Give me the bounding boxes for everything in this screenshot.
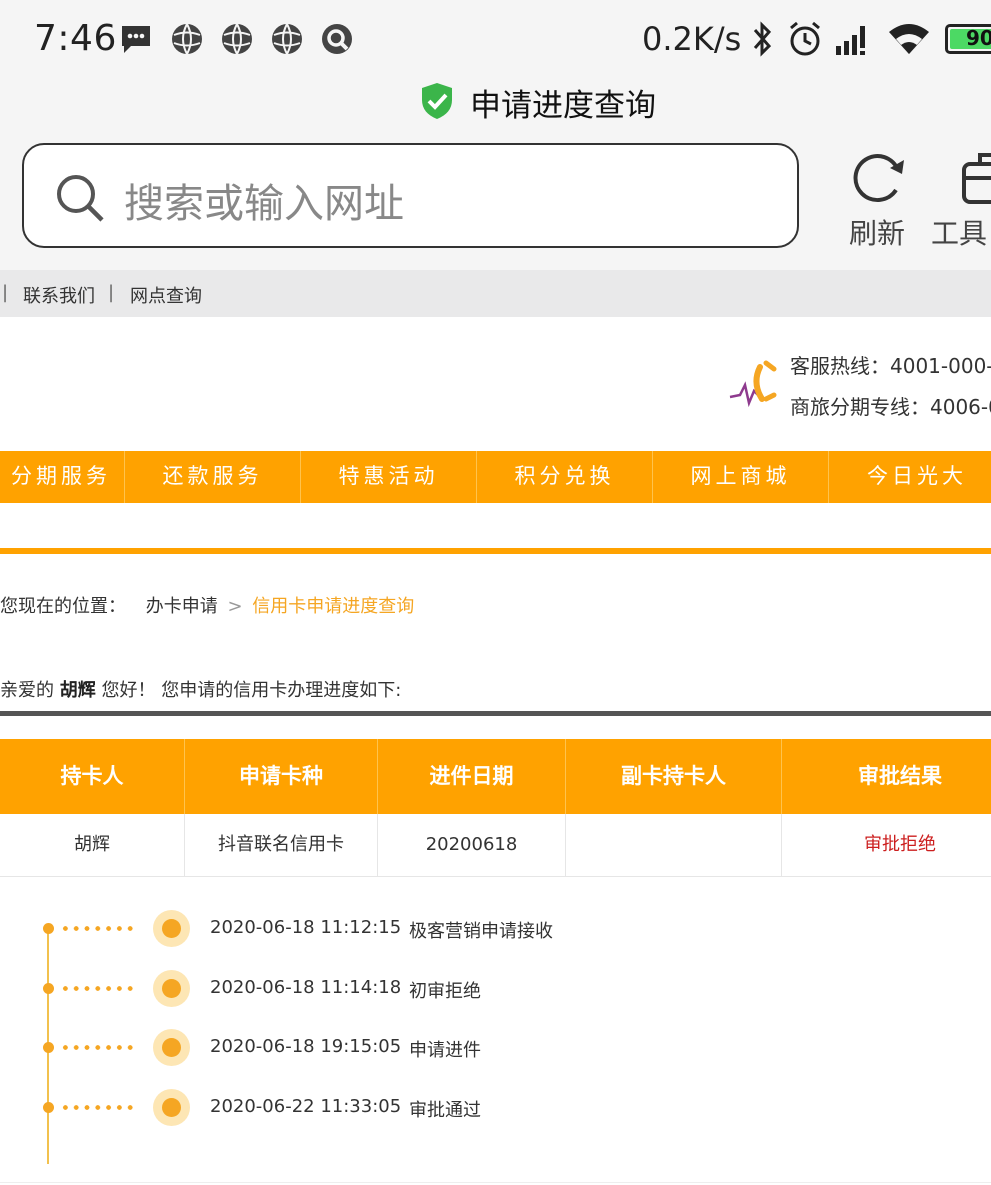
nav-online-mall[interactable]: 网上商城 [653,451,829,503]
nav-today-everbright[interactable]: 今日光大 [829,451,991,503]
signal-icon [836,26,865,55]
breadcrumb-prefix: 您现在的位置： [0,596,126,617]
message-icon [122,26,150,53]
site-top-links: | 联系我们 | 网点查询 [0,270,991,317]
address-placeholder: 搜索或输入网址 [124,181,404,227]
nav-installment[interactable]: 分期服务 [0,451,125,503]
timeline-connector [60,926,136,931]
tools-button[interactable]: 工具 [931,146,991,256]
table-header: 持卡人 申请卡种 进件日期 副卡持卡人 审批结果 [0,739,991,814]
cell-approval-result: 审批拒绝 [864,834,936,855]
timeline-connector [60,1045,136,1050]
browser-globe-icon [272,23,302,55]
breadcrumb-current: 信用卡申请进度查询 [252,596,415,617]
battery-percent: 90 [966,26,991,50]
header-entry-date: 进件日期 [378,739,566,814]
divider [0,711,991,716]
check-circle-icon [153,1089,190,1126]
wifi-icon [889,24,929,54]
timeline-dot [43,983,54,994]
timeline-dot [43,1102,54,1113]
timeline-event: 审批通过 [409,1100,481,1121]
phone-icon [729,360,777,408]
tools-label: 工具 [930,217,987,250]
timeline-item: 2020-06-18 11:14:18 初审拒绝 [0,968,991,1008]
timeline-time: 2020-06-22 11:33:05 [210,1096,402,1117]
greeting-prefix: 亲爱的 [0,680,54,701]
cell-entry-date: 20200618 [378,814,566,876]
cell-supplementary-holder [566,814,782,876]
service-hotline: 客服热线：4001-000-0 [790,354,991,378]
battery-icon: 90 [945,24,991,54]
customer-name: 胡辉 [59,680,96,701]
address-bar[interactable]: 搜索或输入网址 [22,143,799,248]
refresh-button[interactable]: 刷新 [832,146,922,256]
browser-toolbar: 申请进度查询 搜索或输入网址 刷新 工具 [0,80,991,270]
divider [0,1182,991,1183]
bluetooth-icon [753,21,772,57]
timeline-item: 2020-06-22 11:33:05 审批通过 [0,1087,991,1127]
chevron-right-icon: > [227,596,243,617]
timeline-time: 2020-06-18 11:12:15 [210,917,402,938]
breadcrumb-card-apply[interactable]: 办卡申请 [146,596,218,617]
nav-points-exchange[interactable]: 积分兑换 [477,451,653,503]
header-cardholder: 持卡人 [0,739,185,814]
link-separator: | [108,282,115,303]
check-circle-icon [153,970,190,1007]
link-separator: | [2,282,9,303]
secure-shield-icon [422,83,452,119]
greeting: 亲爱的 胡辉 您好！ 您申请的信用卡办理进度如下: [0,676,401,702]
cell-card-type: 抖音联名信用卡 [185,814,378,876]
nav-promotions[interactable]: 特惠活动 [301,451,477,503]
breadcrumb: 您现在的位置： 办卡申请 > 信用卡申请进度查询 [0,592,414,618]
table-row: 胡辉 抖音联名信用卡 20200618 审批拒绝 [0,814,991,877]
timeline-event: 申请进件 [409,1040,481,1061]
timeline-time: 2020-06-18 19:15:05 [210,1036,402,1057]
alarm-icon [790,21,820,56]
timeline-time: 2020-06-18 11:14:18 [210,977,402,998]
timeline-event: 初审拒绝 [409,981,481,1002]
browser-globe-icon [172,23,202,55]
page-title: 申请进度查询 [470,88,656,124]
divider [0,548,991,554]
timeline-item: 2020-06-18 19:15:05 申请进件 [0,1027,991,1067]
main-nav: 分期服务 还款服务 特惠活动 积分兑换 网上商城 今日光大 [0,451,991,503]
cell-cardholder: 胡辉 [0,814,185,876]
header-approval-result: 审批结果 [858,764,942,788]
greeting-suffix: 您好！ 您申请的信用卡办理进度如下: [101,680,402,701]
travel-installment-hotline: 商旅分期专线：4006-0 [790,395,991,419]
refresh-label: 刷新 [848,217,905,250]
check-circle-icon [153,910,190,947]
page-title-row: 申请进度查询 [0,80,991,124]
network-speed: 0.2K/s [642,20,742,58]
timeline-connector [60,986,136,991]
toolbox-icon [962,153,991,204]
browser-globe-icon [222,23,252,55]
contact-us-link[interactable]: 联系我们 [23,282,95,308]
refresh-icon [853,154,904,203]
q-app-icon [322,24,352,54]
status-bar: 7:46 0.2K/s 90 [0,0,991,80]
timeline-dot [43,1042,54,1053]
branch-query-link[interactable]: 网点查询 [130,282,202,308]
header-card-type: 申请卡种 [185,739,378,814]
timeline-item: 2020-06-18 11:12:15 极客营销申请接收 [0,908,991,948]
status-time: 7:46 [34,18,117,59]
timeline-connector [60,1105,136,1110]
timeline-dot [43,923,54,934]
search-icon [57,175,104,222]
nav-repayment[interactable]: 还款服务 [125,451,301,503]
check-circle-icon [153,1029,190,1066]
header-supplementary-holder: 副卡持卡人 [566,739,782,814]
timeline-event: 极客营销申请接收 [409,921,553,942]
